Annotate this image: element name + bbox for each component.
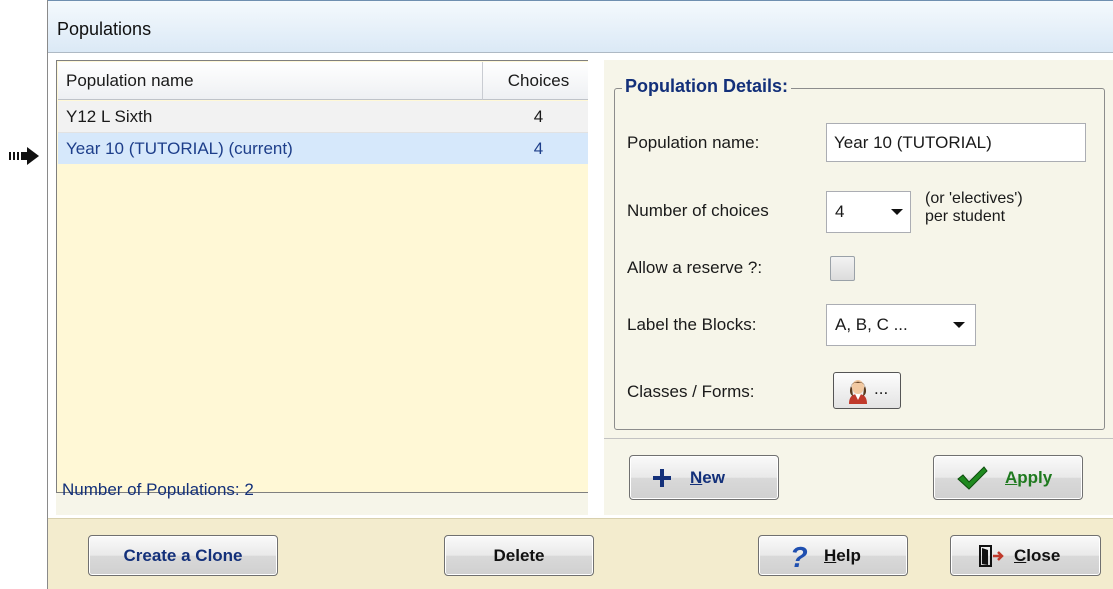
population-name-input[interactable]: Year 10 (TUTORIAL) (826, 123, 1086, 162)
help-button-label: Help (824, 546, 861, 565)
classes-forms-button[interactable]: ... (833, 372, 901, 409)
close-button[interactable]: Close (950, 535, 1101, 576)
new-button[interactable]: New (629, 455, 779, 500)
population-count: Number of Populations: 2 (62, 480, 254, 499)
apply-button-label: Apply (1005, 468, 1053, 487)
number-of-choices-dropdown[interactable]: 4 (826, 191, 911, 233)
panel-divider (588, 60, 596, 515)
population-list[interactable]: Population name Choices Y12 L Sixth 4 Ye… (56, 60, 596, 493)
create-clone-button[interactable]: Create a Clone (88, 535, 278, 576)
label-blocks-value: A, B, C ... (835, 315, 908, 334)
person-icon (849, 380, 867, 404)
window-title: Populations (57, 19, 152, 39)
choices-note-line-1: (or 'electives') (925, 190, 1023, 207)
list-row-selected[interactable]: Year 10 (TUTORIAL) (current) 4 (58, 133, 594, 164)
new-button-label: New (690, 468, 725, 487)
checkmark-icon (957, 466, 988, 490)
list-row[interactable]: Y12 L Sixth 4 (58, 101, 594, 133)
svg-text:?: ? (790, 542, 808, 570)
classes-forms-ellipsis: ... (874, 379, 889, 398)
close-button-label: Close (1014, 546, 1061, 565)
allow-reserve-checkbox[interactable] (830, 256, 855, 281)
plus-icon (653, 469, 671, 487)
title-bar: Populations (48, 0, 1113, 53)
choices-note-line-2: per student (925, 208, 1006, 225)
column-header-choices[interactable]: Choices (483, 62, 594, 100)
help-button[interactable]: ? Help (758, 535, 908, 576)
door-exit-icon (979, 545, 1004, 567)
number-of-choices-label: Number of choices (627, 201, 769, 220)
population-name-label: Population name: (627, 133, 760, 152)
classes-forms-label: Classes / Forms: (627, 382, 755, 401)
details-legend: Population Details: (622, 76, 792, 97)
list-header: Population name Choices (58, 62, 594, 100)
column-header-population-name[interactable]: Population name (58, 62, 483, 100)
populations-dialog: Populations Population name Choices Y12 … (48, 0, 1113, 589)
population-list-panel: Population name Choices Y12 L Sixth 4 Ye… (56, 60, 596, 515)
label-blocks-dropdown[interactable]: A, B, C ... (826, 304, 976, 346)
number-of-choices-value: 4 (835, 202, 845, 221)
label-blocks-label: Label the Blocks: (627, 315, 757, 334)
choices-note: (or 'electives') per student (925, 190, 1065, 226)
choices-cell: 4 (533, 139, 544, 158)
population-name-cell: Year 10 (TUTORIAL) (current) (66, 139, 293, 158)
chevron-down-icon (891, 209, 903, 215)
choices-cell: 4 (533, 107, 544, 126)
details-separator (604, 438, 1113, 439)
chevron-down-icon (953, 322, 965, 328)
delete-button[interactable]: Delete (444, 535, 594, 576)
pointer-arrow-icon (9, 147, 39, 165)
apply-button[interactable]: Apply (933, 455, 1083, 500)
population-name-cell: Y12 L Sixth (66, 107, 153, 126)
question-icon: ? (790, 542, 808, 570)
population-details-panel: Population Details: Population name: Yea… (604, 60, 1113, 515)
allow-reserve-label: Allow a reserve ?: (627, 258, 763, 277)
